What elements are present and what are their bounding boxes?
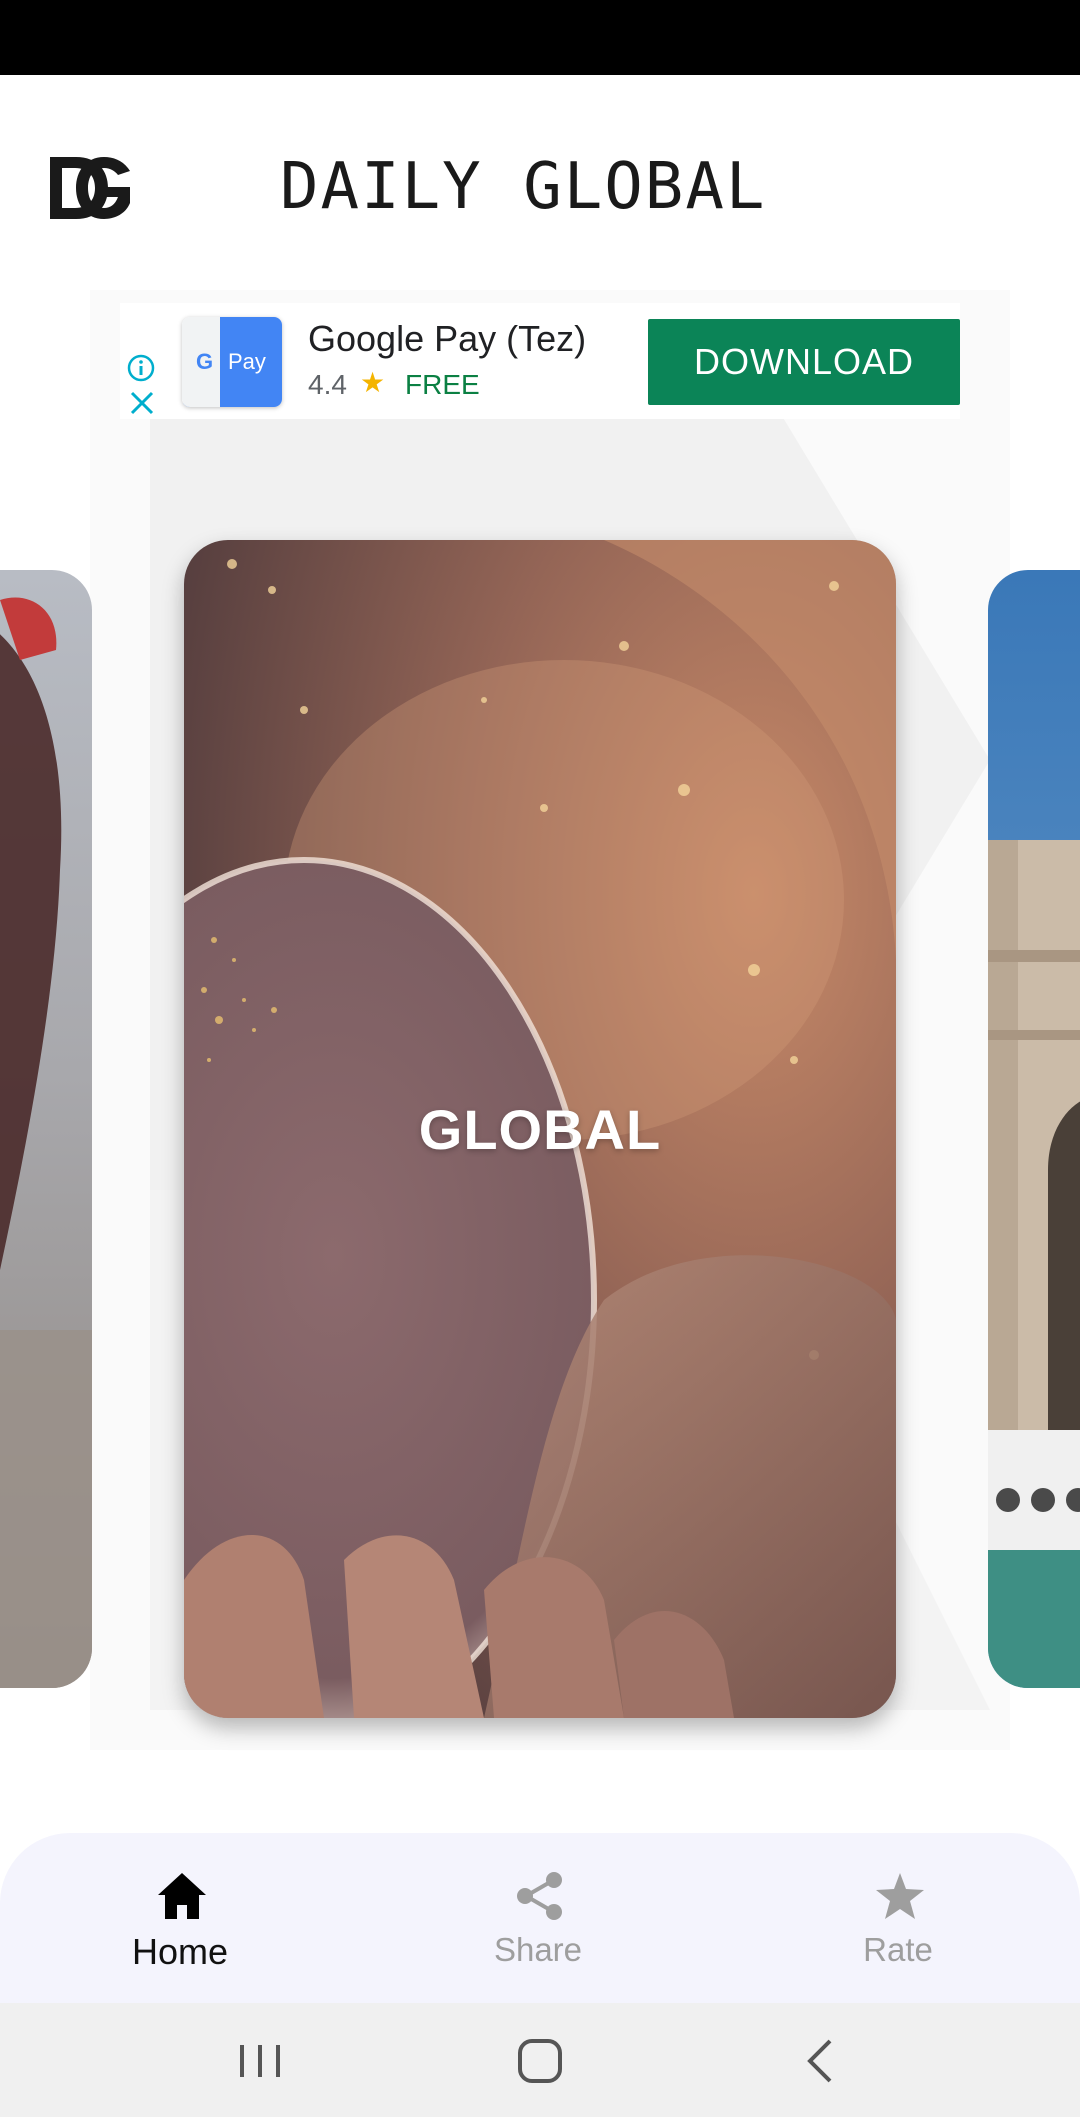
system-navigation-bar xyxy=(0,2003,1080,2117)
bottom-navigation: Home Share Rate xyxy=(0,1833,1080,2003)
share-icon xyxy=(517,1872,562,1920)
ad-app-icon[interactable]: G Pay xyxy=(182,317,282,407)
carousel-card-global[interactable]: GLOBAL xyxy=(184,540,896,1718)
star-icon xyxy=(876,1873,924,1919)
card-title: GLOBAL xyxy=(418,1097,662,1161)
back-icon[interactable] xyxy=(792,2033,852,2089)
carousel-card-next[interactable] xyxy=(988,570,1080,1688)
home-icon xyxy=(158,1873,206,1919)
ad-app-name[interactable]: Google Pay (Tez) xyxy=(308,319,586,359)
app-title: DAILY GLOBAL xyxy=(280,150,767,224)
download-button[interactable]: DOWNLOAD xyxy=(648,319,960,405)
nav-label-share: Share xyxy=(493,1931,583,1968)
nav-item-home[interactable]: Home xyxy=(60,1833,300,2003)
info-icon[interactable] xyxy=(126,353,156,383)
status-bar xyxy=(0,0,1080,75)
ad-icon-text: Pay xyxy=(228,349,266,374)
rating-star-icon: ★ xyxy=(360,366,386,399)
app-header: DAILY GLOBAL xyxy=(0,75,1080,290)
nav-item-share[interactable]: Share xyxy=(418,1833,658,2003)
nav-item-rate[interactable]: Rate xyxy=(778,1833,1018,2003)
recents-icon[interactable] xyxy=(230,2033,290,2089)
ad-rating: 4.4 xyxy=(308,369,347,400)
home-circle-icon[interactable] xyxy=(510,2033,570,2089)
app-logo xyxy=(50,157,130,219)
close-icon[interactable] xyxy=(128,389,156,417)
nav-label-rate: Rate xyxy=(863,1931,933,1968)
nav-label-home: Home xyxy=(131,1931,229,1972)
carousel-card-previous[interactable] xyxy=(0,570,92,1688)
ad-price: FREE xyxy=(405,369,480,400)
svg-text:G: G xyxy=(196,349,213,374)
ad-banner[interactable]: G Pay Google Pay (Tez) 4.4 ★ FREE DOWNLO… xyxy=(120,303,960,419)
